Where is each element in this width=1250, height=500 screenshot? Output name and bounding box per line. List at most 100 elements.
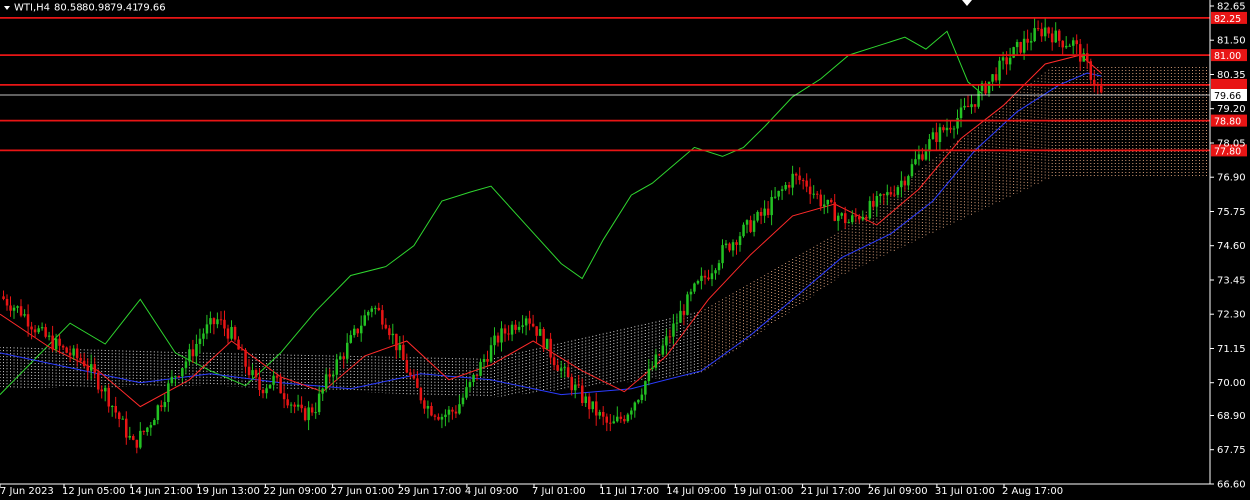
candle-body: [118, 412, 121, 419]
y-tick-label: 74.60: [1217, 241, 1246, 252]
candle-body: [496, 335, 500, 343]
level-price-label: 82.25: [1214, 14, 1241, 25]
candle-body: [991, 74, 994, 82]
candle-body: [153, 420, 156, 426]
candle-body: [360, 325, 363, 334]
candle-body: [451, 409, 454, 412]
candle-body: [170, 376, 174, 384]
candle-body: [808, 186, 812, 195]
candle-body: [19, 306, 23, 316]
candle-body: [556, 365, 559, 371]
candle-body: [830, 199, 833, 203]
candle-body: [384, 324, 388, 329]
chart-shift-marker-icon[interactable]: [962, 0, 972, 6]
candle-body: [514, 324, 517, 330]
candle-body: [363, 315, 366, 326]
candle-body: [402, 344, 405, 360]
candle-body: [865, 216, 868, 219]
candle-body: [324, 374, 328, 389]
candle-body: [468, 382, 472, 388]
candle-body: [219, 319, 223, 321]
candle-body: [444, 414, 447, 417]
y-tick-label: 66.60: [1217, 480, 1246, 491]
candle-body: [500, 328, 503, 343]
x-tick-label: 7 Jul 01:00: [532, 486, 586, 497]
candle-body: [1033, 28, 1036, 42]
candle-body: [226, 328, 230, 339]
candle-body: [282, 393, 286, 400]
candle-body: [994, 74, 998, 81]
candle-body: [212, 318, 216, 325]
candle-body: [405, 360, 409, 373]
candle-body: [770, 197, 773, 216]
candle-body: [679, 310, 682, 323]
y-tick-label: 82.65: [1217, 2, 1246, 13]
candle-body: [146, 427, 149, 432]
candle-body: [216, 319, 219, 325]
candle-body: [44, 327, 47, 337]
ohlc-close: 79.66: [137, 3, 166, 14]
candle-body: [977, 90, 980, 107]
candle-body: [987, 81, 991, 94]
candle-body: [559, 368, 563, 371]
candle-body: [416, 378, 419, 388]
candle-body: [787, 185, 791, 188]
candle-body: [163, 402, 167, 408]
candle-body: [1058, 30, 1061, 41]
dropdown-arrow-icon[interactable]: [4, 6, 10, 10]
candle-body: [959, 107, 963, 118]
candle-body: [591, 401, 594, 410]
candle-body: [1079, 44, 1082, 62]
candle-body: [703, 275, 707, 278]
candle-body: [721, 245, 724, 264]
candle-body: [58, 338, 61, 346]
candle-body: [658, 354, 661, 356]
candle-body: [289, 404, 293, 406]
candle-body: [735, 242, 738, 245]
x-tick-label: 26 Jul 09:00: [868, 486, 928, 497]
candle-body: [938, 127, 942, 142]
candle-body: [93, 364, 96, 373]
candle-body: [188, 349, 191, 362]
candle-body: [430, 406, 433, 416]
candle-body: [381, 310, 384, 325]
candle-body: [370, 308, 373, 312]
x-tick-label: 19 Jun 13:00: [196, 486, 260, 497]
candle-body: [356, 328, 359, 334]
candle-body: [963, 105, 966, 108]
candle-body: [640, 394, 644, 400]
candle-body: [1061, 40, 1064, 48]
candle-body: [317, 393, 321, 413]
candle-body: [552, 357, 556, 366]
candle-body: [738, 236, 742, 245]
x-tick-label: 12 Jun 05:00: [62, 486, 126, 497]
candle-body: [563, 367, 566, 369]
candle-body: [1019, 42, 1022, 53]
candle-body: [752, 220, 756, 232]
candle-body: [251, 370, 254, 376]
candle-body: [675, 322, 679, 324]
candle-body: [507, 333, 510, 335]
candle-body: [121, 418, 124, 420]
candle-body: [86, 366, 89, 371]
candle-body: [952, 128, 956, 130]
candle-body: [1068, 45, 1071, 47]
candle-body: [886, 192, 889, 196]
candle-body: [265, 388, 268, 394]
candle-body: [90, 364, 93, 371]
candle-body: [233, 327, 237, 340]
ohlc-low: 79.41: [110, 3, 139, 14]
candle-body: [521, 325, 524, 327]
candle-body: [303, 408, 307, 421]
candle-body: [644, 381, 647, 395]
candle-body: [917, 154, 921, 160]
candle-body: [1075, 40, 1078, 45]
candle-body: [37, 328, 40, 333]
candle-body: [128, 436, 131, 438]
ohlc-high: 80.98: [82, 3, 111, 14]
candle-body: [717, 263, 721, 271]
candle-body: [125, 418, 128, 438]
candle-body: [1005, 57, 1008, 65]
candle-body: [75, 348, 79, 358]
candle-body: [167, 383, 170, 402]
